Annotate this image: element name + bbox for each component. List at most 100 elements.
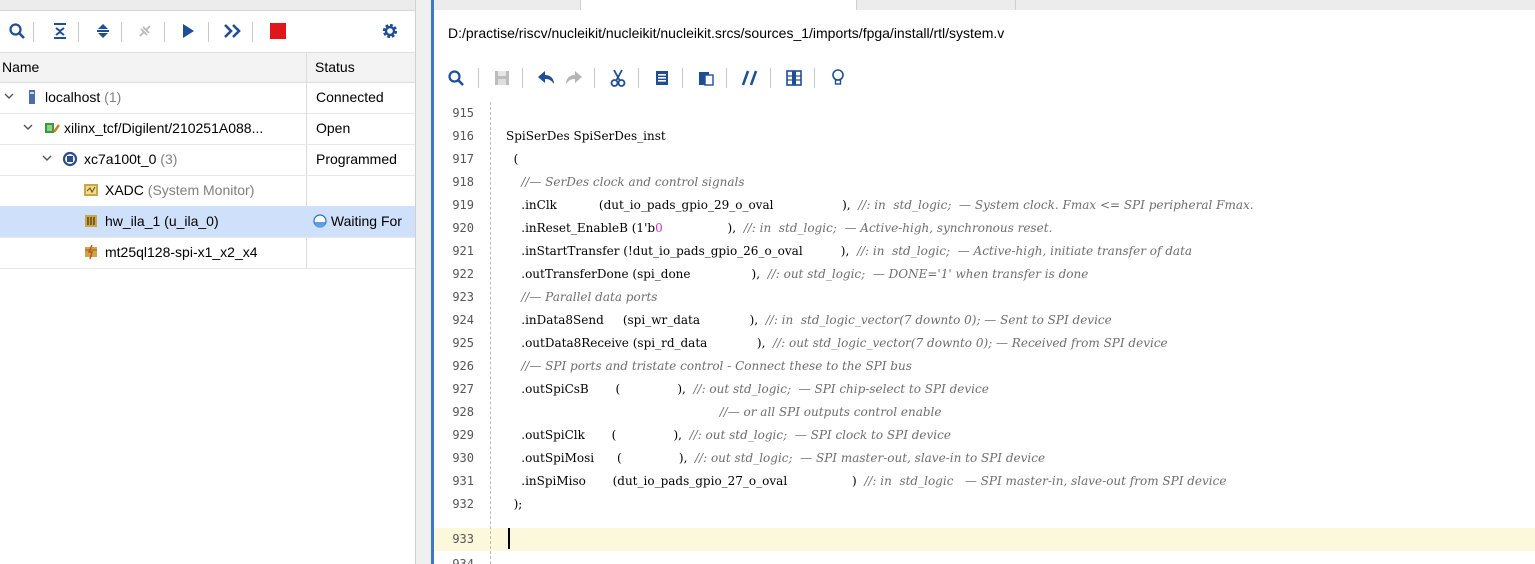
editor-tab-active[interactable] — [580, 0, 857, 10]
code-line: 931 .inSpiMiso (dut_io_pads_gpio_27_o_ov… — [434, 470, 1535, 493]
toolbar-separator — [522, 68, 523, 88]
tree-row-target[interactable]: xilinx_tcf/Digilent/210251A088... Open — [0, 113, 415, 145]
comment-toggle-icon[interactable] — [736, 64, 764, 92]
code-line: 916 SpiSerDes SpiSerDes_inst — [434, 125, 1535, 148]
undo-icon[interactable] — [532, 64, 560, 92]
code-text: ( — [506, 152, 519, 166]
run-immediate-icon[interactable] — [219, 12, 247, 50]
code-comment: //: in std_logic; — Active-high, synchro… — [743, 221, 1053, 235]
code-line: 921 .inStartTransfer (!dut_io_pads_gpio_… — [434, 240, 1535, 263]
code-comment: //: in std_logic_vector(7 downto 0); — S… — [765, 313, 1112, 327]
line-number: 929 — [452, 428, 474, 442]
code-text: ); — [506, 497, 523, 511]
tree-row-ila[interactable]: hw_ila_1 (u_ila_0) Waiting For — [0, 206, 415, 238]
code-comment: //: in std_logic — SPI master-in, slave-… — [864, 474, 1227, 488]
code-line: 923 //— Parallel data ports — [434, 286, 1535, 309]
code-line: 917 ( — [434, 148, 1535, 171]
auto-connect-icon[interactable] — [131, 12, 159, 50]
code-text: .outSpiClk ( ), — [506, 428, 690, 442]
chevron-down-icon[interactable] — [3, 90, 15, 102]
code-comment: //— Parallel data ports — [521, 290, 658, 304]
code-line: 932 ); — [434, 493, 1535, 516]
tree-column-header: Name Status — [0, 52, 415, 83]
flash-memory-icon — [85, 244, 97, 260]
tree-row-flash[interactable]: mt25ql128-spi-x1_x2_x4 — [0, 237, 415, 269]
editor-tab-strip — [434, 0, 1535, 10]
code-area[interactable]: 915 916 SpiSerDes SpiSerDes_inst 917 ( 91… — [434, 102, 1535, 564]
tree-row-device[interactable]: xc7a100t_0 (3) Programmed — [0, 144, 415, 176]
waiting-status-icon — [313, 214, 327, 228]
code-text: .outTransferDone (spi_done ), — [506, 267, 768, 281]
toolbar-separator — [770, 68, 771, 88]
fpga-chip-icon — [62, 151, 78, 167]
cut-icon[interactable] — [604, 64, 632, 92]
code-text: SpiSerDes SpiSerDes_inst — [506, 129, 666, 143]
tree-row-label: hw_ila_1 (u_ila_0) — [105, 213, 219, 229]
toolbar-separator — [33, 22, 34, 42]
gutter-fold-line — [490, 102, 491, 564]
line-number: 933 — [452, 532, 474, 546]
toolbar-separator — [121, 22, 122, 42]
toolbar-separator — [594, 68, 595, 88]
column-header-name[interactable]: Name — [2, 59, 39, 75]
line-number: 922 — [452, 267, 474, 281]
line-number: 917 — [452, 152, 474, 166]
code-text: .outData8Receive (spi_rd_data ), — [506, 336, 774, 350]
line-number: 919 — [452, 198, 474, 212]
tree-row-localhost[interactable]: localhost (1) Connected — [0, 82, 415, 114]
toolbar-separator — [208, 22, 209, 42]
code-line: 926 //— SPI ports and tristate control -… — [434, 355, 1535, 378]
code-line: 915 — [434, 102, 1535, 125]
chevron-down-icon[interactable] — [22, 121, 34, 133]
jtag-cable-icon — [45, 123, 60, 133]
chevron-down-icon[interactable] — [41, 152, 53, 164]
editor-tab[interactable] — [855, 0, 1016, 10]
tree-row-status: Connected — [316, 89, 384, 105]
tree-row-status: Programmed — [316, 151, 397, 167]
code-text: ), — [662, 221, 744, 235]
code-comment: //: out std_logic; — DONE='1' when trans… — [767, 267, 1089, 281]
code-line: 925 .outData8Receive (spi_rd_data ), //:… — [434, 332, 1535, 355]
lightbulb-icon[interactable] — [824, 64, 852, 92]
line-number: 932 — [452, 497, 474, 511]
code-comment: //— SerDes clock and control signals — [521, 175, 745, 189]
toolbar-separator — [252, 22, 253, 42]
tree-row-label: xc7a100t_0 — [84, 151, 157, 167]
editor-toolbar — [434, 62, 1535, 94]
toolbar-separator — [726, 68, 727, 88]
stop-icon[interactable] — [264, 12, 292, 50]
search-icon[interactable] — [442, 64, 470, 92]
code-line: 934 — [434, 553, 1535, 564]
toolbar-separator — [814, 68, 815, 88]
code-line: 922 .outTransferDone (spi_done ), //: ou… — [434, 263, 1535, 286]
run-trigger-icon[interactable] — [174, 12, 202, 50]
tree-row-status: Open — [316, 120, 351, 136]
panel-tab-strip — [0, 0, 415, 11]
settings-gear-icon[interactable] — [376, 12, 404, 50]
collapse-all-icon[interactable] — [46, 12, 74, 50]
save-icon[interactable] — [488, 64, 516, 92]
column-header-status[interactable]: Status — [315, 59, 355, 75]
line-number: 931 — [452, 474, 474, 488]
redo-icon[interactable] — [560, 64, 588, 92]
column-select-icon[interactable] — [780, 64, 808, 92]
line-number: 926 — [452, 359, 474, 373]
toolbar-separator — [682, 68, 683, 88]
toolbar-separator — [478, 68, 479, 88]
copy-icon[interactable] — [648, 64, 676, 92]
line-number: 921 — [452, 244, 474, 258]
paste-icon[interactable] — [692, 64, 720, 92]
tree-row-label: mt25ql128-spi-x1_x2_x4 — [105, 244, 258, 260]
code-line: 928 //— or all SPI outputs control enabl… — [434, 401, 1535, 424]
line-number: 923 — [452, 290, 474, 304]
code-comment: //: out std_logic; — SPI chip-select to … — [693, 382, 989, 396]
tree-row-xadc[interactable]: XADC (System Monitor) — [0, 175, 415, 207]
expand-all-icon[interactable] — [89, 12, 117, 50]
search-icon[interactable] — [3, 12, 31, 50]
toolbar-separator — [164, 22, 165, 42]
code-line: 920 .inReset_EnableB (1'b0 ), //: in std… — [434, 217, 1535, 240]
text-caret — [508, 528, 510, 549]
